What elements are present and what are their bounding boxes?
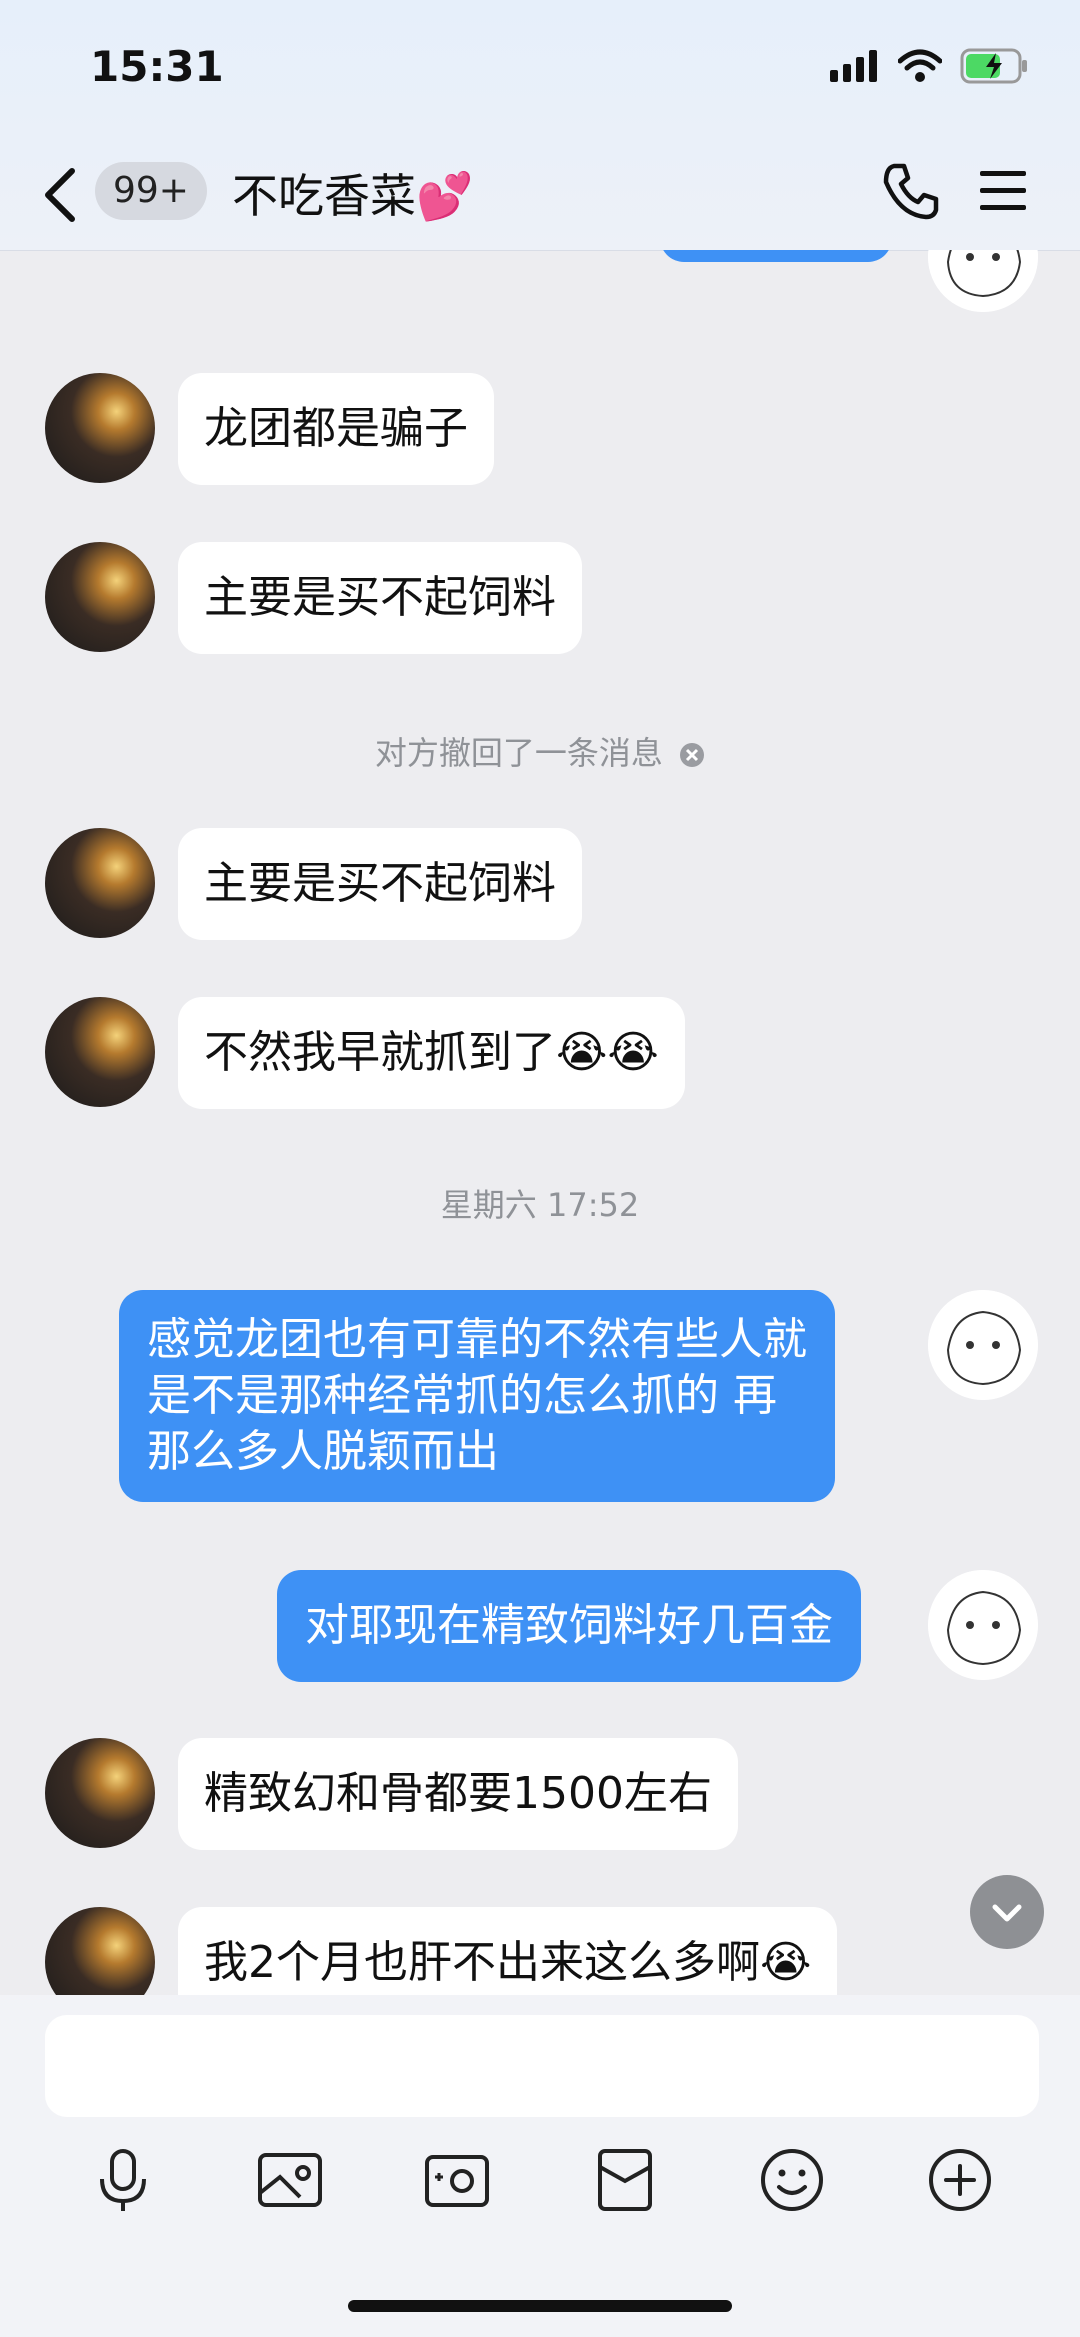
- my-avatar[interactable]: [928, 1290, 1038, 1400]
- signal-icon: [830, 50, 877, 82]
- message-outgoing[interactable]: 对耶现在精致饲料好几百金: [277, 1570, 861, 1682]
- contact-avatar[interactable]: [45, 373, 155, 483]
- red-packet-icon[interactable]: [590, 2145, 660, 2215]
- timestamp: 星期六 17:52: [440, 1186, 640, 1224]
- microphone-icon[interactable]: [88, 2145, 158, 2215]
- chat-area[interactable]: 试一试嘛 龙团都是骗子 主要是买不起饲料 对方撤回了一条消息 主要是买不起饲料 …: [0, 250, 1080, 1995]
- contact-avatar[interactable]: [45, 1738, 155, 1848]
- message-incoming[interactable]: 不然我早就抓到了😭😭: [178, 997, 685, 1109]
- wifi-icon: [898, 49, 942, 82]
- chevron-left-icon[interactable]: [40, 165, 80, 225]
- message-incoming[interactable]: 龙团都是骗子: [178, 373, 494, 485]
- recall-notice: 对方撤回了一条消息: [0, 728, 1080, 774]
- contact-avatar[interactable]: [45, 542, 155, 652]
- recall-text: 对方撤回了一条消息: [374, 734, 663, 772]
- chevron-down-icon: [992, 1904, 1022, 1922]
- emoji-icon[interactable]: [757, 2145, 827, 2215]
- menu-icon[interactable]: [978, 168, 1030, 214]
- status-icons: [830, 48, 1030, 84]
- home-indicator[interactable]: [348, 2300, 732, 2312]
- contact-avatar[interactable]: [45, 828, 155, 938]
- message-input[interactable]: [45, 2015, 1039, 2117]
- unread-badge[interactable]: 99+: [95, 162, 207, 220]
- my-avatar[interactable]: [928, 250, 1038, 312]
- my-avatar[interactable]: [928, 1570, 1038, 1680]
- contact-avatar[interactable]: [45, 997, 155, 1107]
- input-bar: [0, 1995, 1080, 2337]
- camera-icon[interactable]: [422, 2145, 492, 2215]
- close-icon[interactable]: [679, 742, 705, 768]
- chat-title[interactable]: 不吃香菜💕: [232, 160, 473, 226]
- message-incoming[interactable]: 精致幻和骨都要1500左右: [178, 1738, 738, 1850]
- scroll-to-bottom-button[interactable]: [970, 1875, 1044, 1949]
- image-icon[interactable]: [255, 2145, 325, 2215]
- top-bar: 15:31 99+ 不吃香菜💕: [0, 0, 1080, 251]
- contact-avatar[interactable]: [45, 1907, 155, 1995]
- message-outgoing[interactable]: 试一试嘛: [660, 250, 892, 262]
- message-incoming[interactable]: 主要是买不起饲料: [178, 828, 582, 940]
- battery-icon: [960, 48, 1027, 84]
- message-outgoing[interactable]: 感觉龙团也有可靠的不然有些人就是不是那种经常抓的怎么抓的 再那么多人脱颖而出: [119, 1290, 835, 1502]
- message-incoming[interactable]: 我2个月也肝不出来这么多啊😭: [178, 1907, 838, 1995]
- message-incoming[interactable]: 主要是买不起饲料: [178, 542, 582, 654]
- status-time: 15:31: [90, 42, 224, 91]
- plus-icon[interactable]: [925, 2145, 995, 2215]
- phone-icon[interactable]: [880, 160, 942, 222]
